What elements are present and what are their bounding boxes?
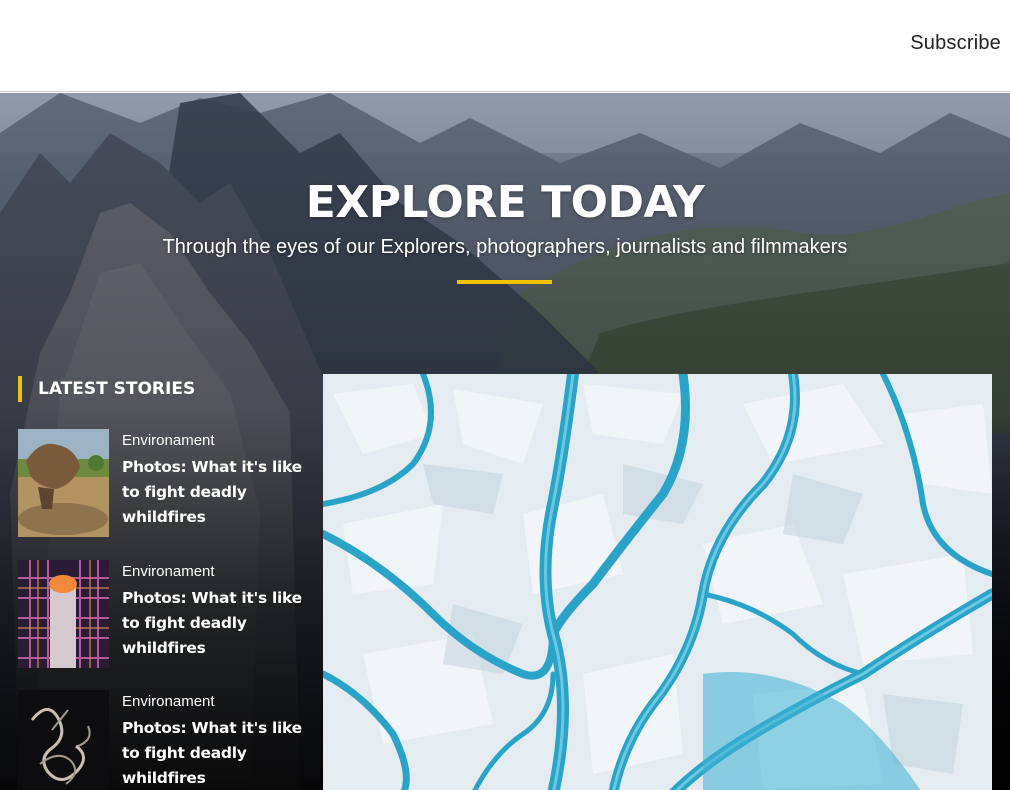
story-category: Environament <box>122 432 215 449</box>
hero-title: EXPLORE TODAY <box>305 177 705 228</box>
hero-subtitle: Through the eyes of our Explorers, photo… <box>162 236 848 258</box>
stump-on-beach-photo <box>18 429 109 537</box>
top-bar: Subscribe <box>0 0 1010 92</box>
story-title[interactable]: Photos: What it's like to fight deadly w… <box>122 716 318 790</box>
latest-stories-heading: LATEST STORIES <box>18 376 195 402</box>
story-card[interactable]: Environament Photos: What it's like to f… <box>18 690 318 790</box>
glowing-cylinder-grid-photo <box>18 560 109 668</box>
hero-accent-rule <box>457 280 552 284</box>
story-card[interactable]: Environament Photos: What it's like to f… <box>18 560 318 668</box>
subscribe-link[interactable]: Subscribe <box>910 32 1001 55</box>
feature-glacier-image[interactable] <box>323 374 992 790</box>
dark-twisted-sculpture-photo <box>18 690 109 790</box>
story-title[interactable]: Photos: What it's like to fight deadly w… <box>122 586 318 661</box>
story-category: Environament <box>122 563 215 580</box>
story-title[interactable]: Photos: What it's like to fight deadly w… <box>122 455 318 530</box>
story-category: Environament <box>122 693 215 710</box>
hero-section: EXPLORE TODAY Through the eyes of our Ex… <box>0 93 1010 790</box>
story-card[interactable]: Environament Photos: What it's like to f… <box>18 429 318 537</box>
